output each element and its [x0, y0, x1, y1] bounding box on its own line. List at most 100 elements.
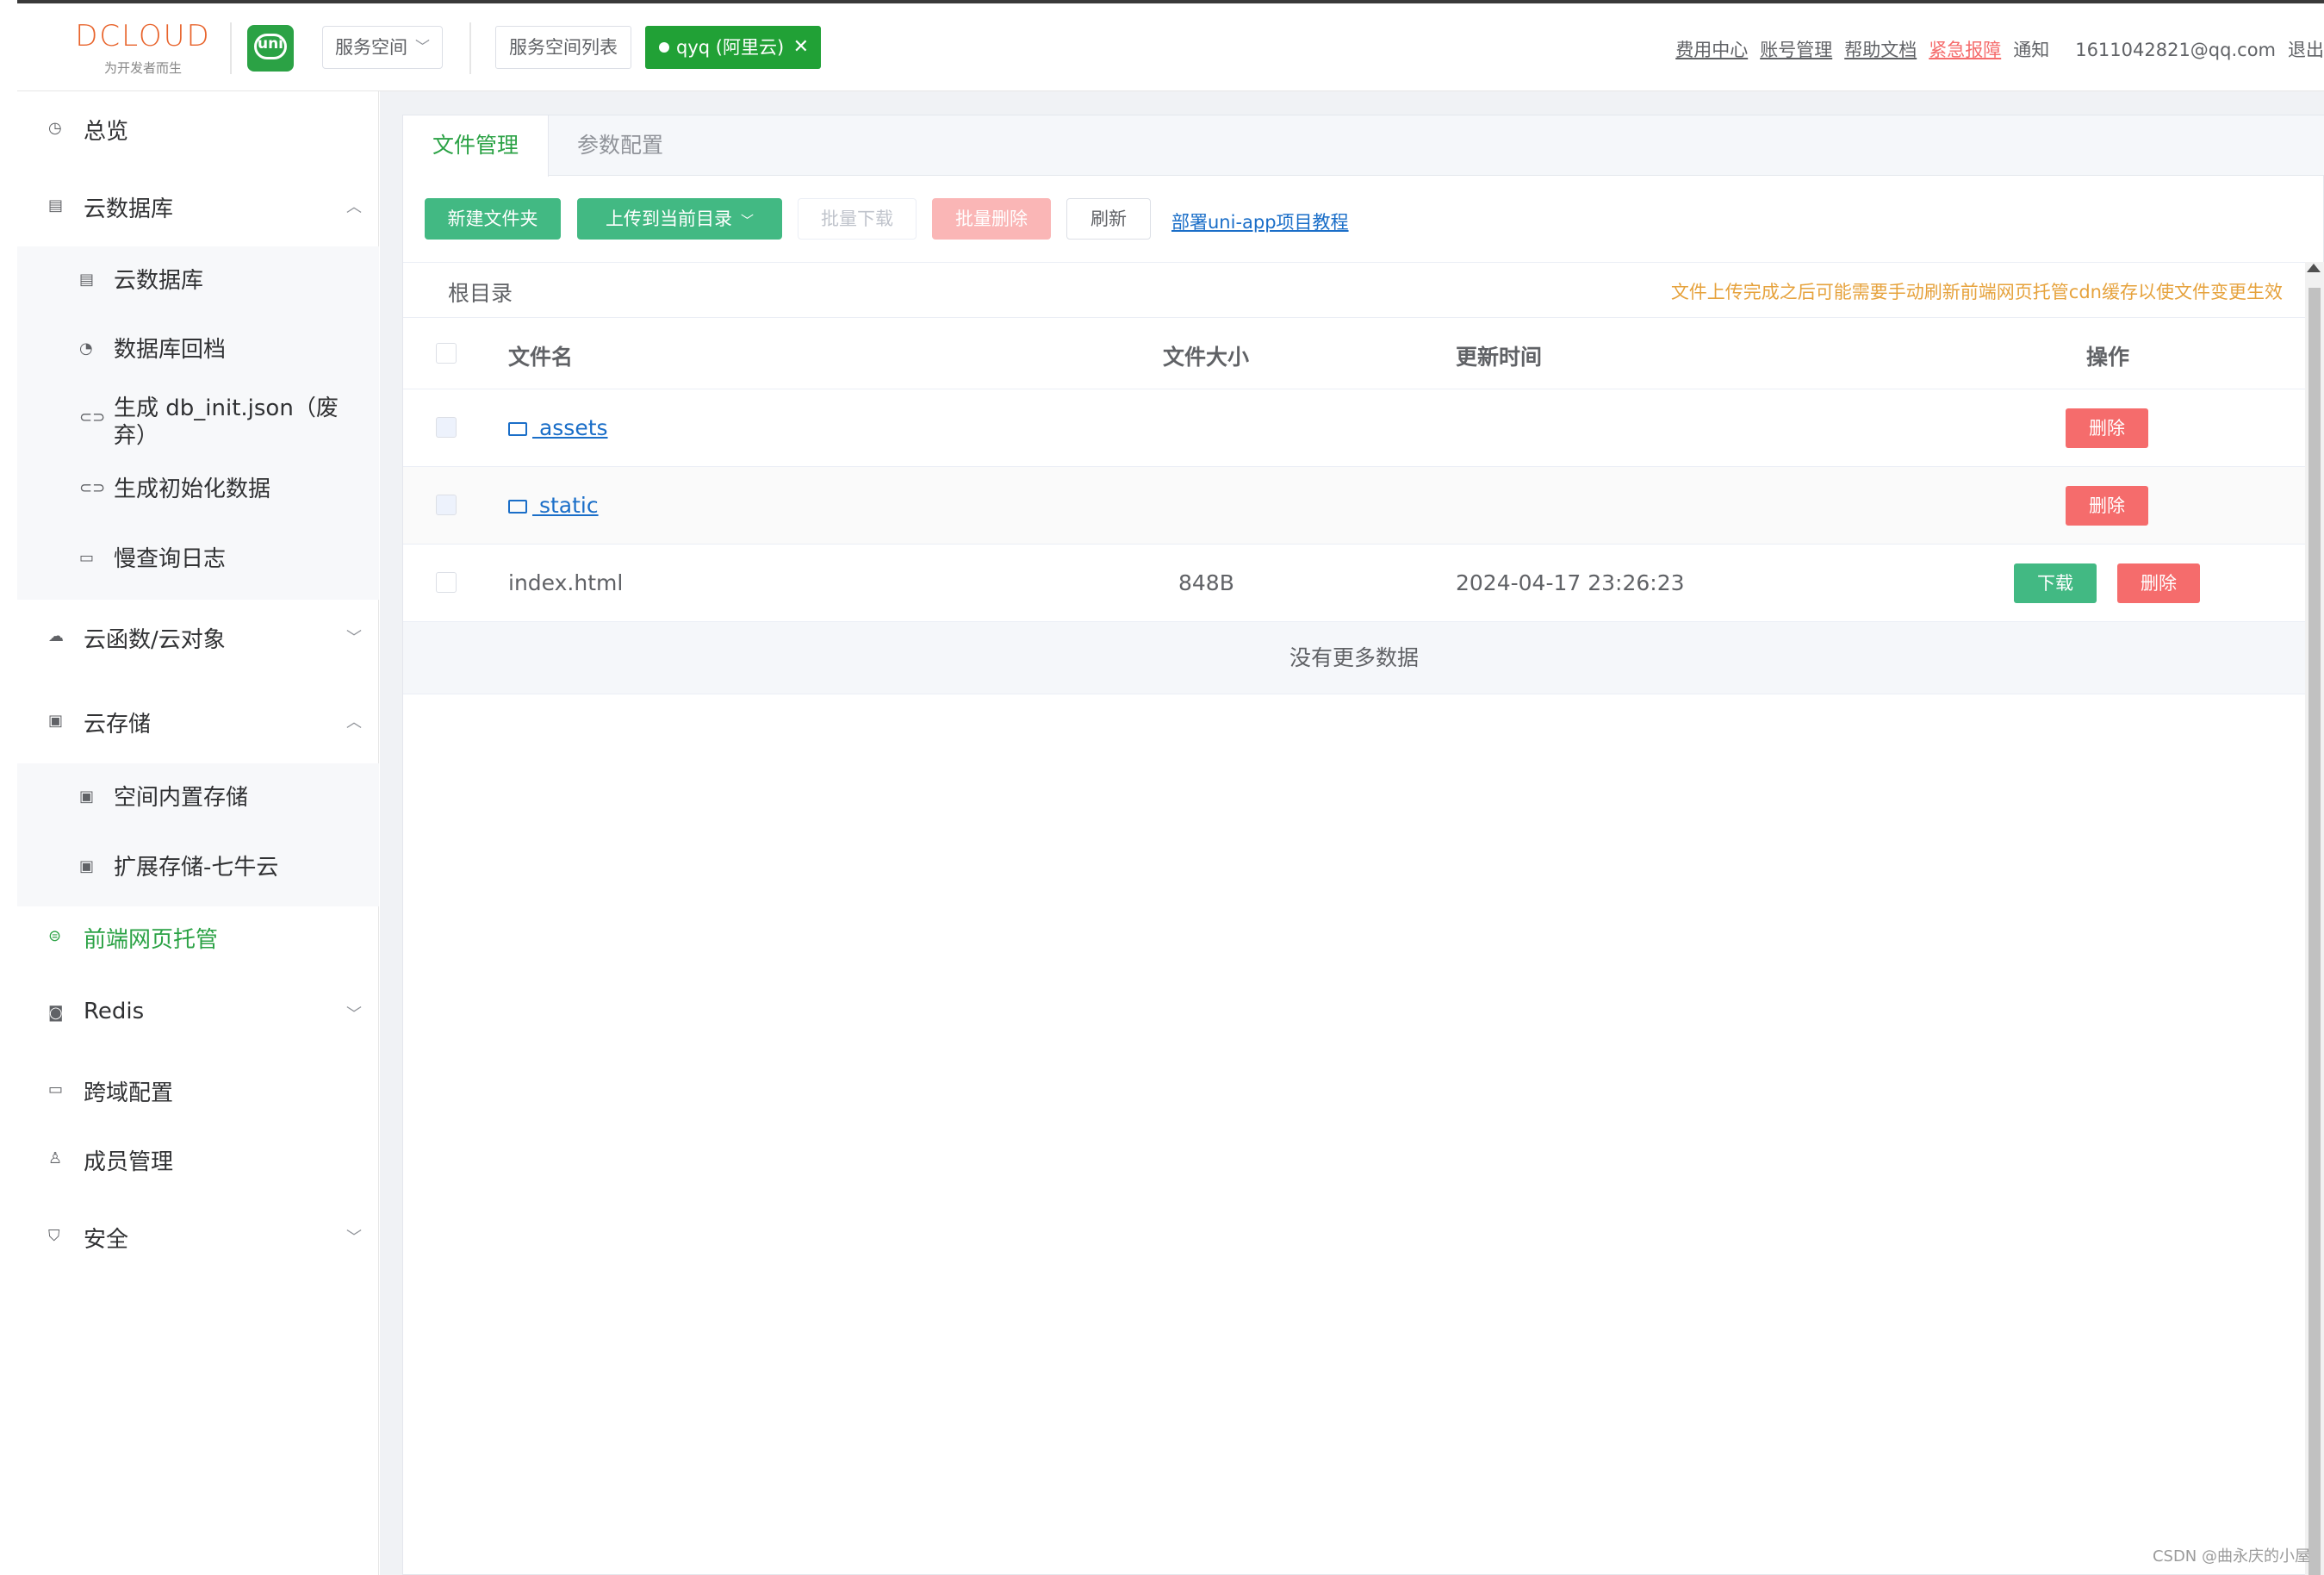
- storage-icon: ▣: [79, 857, 95, 875]
- user-icon: ♙: [48, 1149, 63, 1167]
- file-updated-cell: 2024-04-17 23:26:23: [1456, 570, 1685, 595]
- sidebar-item-builtin-storage[interactable]: ▣ 空间内置存储: [17, 784, 379, 815]
- cdn-notice: 文件上传完成之后可能需要手动刷新前端网页托管cdn缓存以使文件变更生效: [1670, 282, 2283, 302]
- sidebar-item-cors[interactable]: ▭ 跨域配置: [17, 1075, 379, 1110]
- close-icon[interactable]: ✕: [793, 26, 809, 69]
- file-size-cell: 848B: [1178, 570, 1234, 595]
- row-checkbox[interactable]: [436, 495, 457, 515]
- batch-download-button[interactable]: 批量下载: [798, 198, 917, 240]
- select-all-checkbox[interactable]: [436, 343, 457, 364]
- row-checkbox[interactable]: [436, 417, 457, 438]
- emergency-link[interactable]: 紧急报障: [1929, 40, 2001, 60]
- sidebar-item-label: 慢查询日志: [114, 546, 227, 572]
- new-folder-button[interactable]: 新建文件夹: [425, 198, 561, 240]
- sidebar-item-qiniu-storage[interactable]: ▣ 扩展存储-七牛云: [17, 854, 379, 885]
- sidebar-item-storage[interactable]: ▣ 云存储 ︿: [17, 707, 379, 741]
- deploy-tutorial-link[interactable]: 部署uni-app项目教程: [1171, 209, 1349, 234]
- refresh-button[interactable]: 刷新: [1066, 198, 1151, 240]
- scroll-up-arrow-icon[interactable]: [2307, 264, 2321, 272]
- tab-file-management[interactable]: 文件管理: [403, 115, 550, 177]
- log-icon: ▭: [79, 549, 95, 567]
- chevron-up-icon: ︿: [346, 198, 362, 216]
- sidebar-item-overview[interactable]: ◷ 总览: [17, 114, 379, 148]
- service-space-select[interactable]: 服务空间 ﹀: [322, 26, 443, 69]
- folder-icon: [508, 500, 527, 514]
- chevron-down-icon: ﹀: [346, 1229, 362, 1247]
- docs-link[interactable]: 帮助文档: [1844, 40, 1917, 60]
- database-icon: ▤: [79, 271, 95, 289]
- sidebar-item-label: 扩展存储-七牛云: [114, 855, 279, 881]
- sidebar-item-label: 生成 db_init.json（废弃）: [114, 395, 339, 449]
- table-row: index.html 848B 2024-04-17 23:26:23 下载 删…: [403, 545, 2305, 622]
- user-email[interactable]: 1611042821@qq.com: [2075, 40, 2276, 60]
- folder-link[interactable]: assets: [532, 415, 608, 440]
- service-space-list-button[interactable]: 服务空间列表: [495, 26, 631, 69]
- logout-link[interactable]: 退出: [2288, 40, 2324, 60]
- sidebar-item-label: 云函数/云对象: [84, 627, 226, 653]
- upload-button[interactable]: 上传到当前目录 ﹀: [577, 198, 782, 240]
- tab-param-config[interactable]: 参数配置: [548, 115, 693, 176]
- table-row: assets 删除: [403, 389, 2305, 467]
- chevron-down-icon: ﹀: [415, 39, 430, 56]
- sidebar-item-db[interactable]: ▤ 云数据库: [17, 267, 379, 298]
- sidebar-item-members[interactable]: ♙ 成员管理: [17, 1144, 379, 1179]
- chevron-down-icon: ﹀: [346, 1005, 362, 1024]
- sidebar-item-hosting[interactable]: ⊜ 前端网页托管: [17, 922, 379, 956]
- logo-wordmark: DCLOUD: [75, 19, 211, 53]
- delete-button[interactable]: 删除: [2066, 486, 2148, 526]
- sidebar-item-label: 云存储: [84, 712, 152, 738]
- web-hosting-icon: ⊜: [48, 927, 62, 945]
- delete-button[interactable]: 删除: [2117, 563, 2200, 603]
- redis-icon: ◙: [48, 1004, 64, 1022]
- sidebar-item-label: 生成初始化数据: [114, 476, 271, 502]
- uni-badge-label: uni: [257, 35, 284, 53]
- top-header: DCLOUD 为开发者而生 uni 服务空间 ﹀ 服务空间列表 qyq (阿里云…: [17, 3, 2324, 91]
- dcloud-logo[interactable]: DCLOUD 为开发者而生: [67, 19, 219, 79]
- status-dot-icon: [659, 42, 669, 53]
- window-left-edge: [0, 0, 17, 1575]
- header-divider: [230, 22, 232, 74]
- sidebar: ◷ 总览 ▤ 云数据库 ︿ ▤ 云数据库 ◔ 数据库回档 ⊂⊃ 生成 db_in…: [17, 91, 379, 1575]
- watermark: CSDN @曲永庆的小屋: [2152, 1547, 2310, 1566]
- notify-link[interactable]: 通知: [2013, 40, 2049, 60]
- scrollbar-thumb[interactable]: [2308, 288, 2321, 1575]
- download-button[interactable]: 下载: [2014, 563, 2097, 603]
- account-link[interactable]: 账号管理: [1760, 40, 1832, 60]
- history-icon: ◔: [79, 339, 93, 358]
- chevron-down-icon: ﹀: [346, 629, 362, 647]
- sidebar-item-cloudfunc[interactable]: ☁ 云函数/云对象 ﹀: [17, 622, 379, 657]
- storage-icon: ▣: [79, 788, 95, 806]
- dashboard-icon: ◷: [48, 119, 62, 137]
- table-header: 文件名 文件大小 更新时间 操作: [403, 317, 2305, 389]
- shield-icon: ⛉: [48, 1227, 60, 1245]
- storage-icon: ▣: [48, 712, 64, 730]
- row-checkbox[interactable]: [436, 572, 457, 593]
- breadcrumb-root[interactable]: 根目录: [448, 277, 513, 308]
- file-name-cell[interactable]: static: [508, 493, 599, 518]
- header-nav: 费用中心 账号管理 帮助文档 紧急报障 通知 1611042821@qq.com 退出: [1663, 36, 2324, 62]
- folder-link[interactable]: static: [532, 493, 599, 518]
- col-actions: 操作: [2086, 345, 2130, 370]
- current-space-tag[interactable]: qyq (阿里云) ✕: [645, 26, 821, 69]
- file-name-cell[interactable]: assets: [508, 415, 608, 440]
- delete-button[interactable]: 删除: [2066, 408, 2148, 448]
- sidebar-item-slow-log[interactable]: ▭ 慢查询日志: [17, 545, 379, 576]
- sidebar-item-gen-init-data[interactable]: ⊂⊃ 生成初始化数据: [17, 476, 379, 507]
- col-name: 文件名: [508, 345, 574, 370]
- sidebar-item-redis[interactable]: ◙ Redis ﹀: [17, 999, 379, 1033]
- sidebar-item-label: 总览: [84, 119, 129, 145]
- link-icon: ⊂⊃: [79, 408, 106, 426]
- chevron-down-icon: ﹀: [740, 213, 754, 228]
- batch-delete-button[interactable]: 批量删除: [932, 198, 1051, 240]
- sidebar-item-clouddb[interactable]: ▤ 云数据库 ︿: [17, 191, 379, 226]
- table-row: static 删除: [403, 467, 2305, 545]
- service-space-select-label: 服务空间: [335, 37, 407, 58]
- billing-link[interactable]: 费用中心: [1675, 40, 1748, 60]
- sidebar-item-db-backup[interactable]: ◔ 数据库回档: [17, 336, 379, 367]
- sidebar-item-gen-init-json[interactable]: ⊂⊃ 生成 db_init.json（废弃）: [17, 395, 379, 455]
- header-divider: [469, 22, 471, 74]
- cloud-icon: ☁: [48, 627, 64, 645]
- upload-button-label: 上传到当前目录: [605, 209, 732, 229]
- sidebar-item-label: 前端网页托管: [84, 927, 219, 953]
- sidebar-item-security[interactable]: ⛉ 安全 ﹀: [17, 1222, 379, 1256]
